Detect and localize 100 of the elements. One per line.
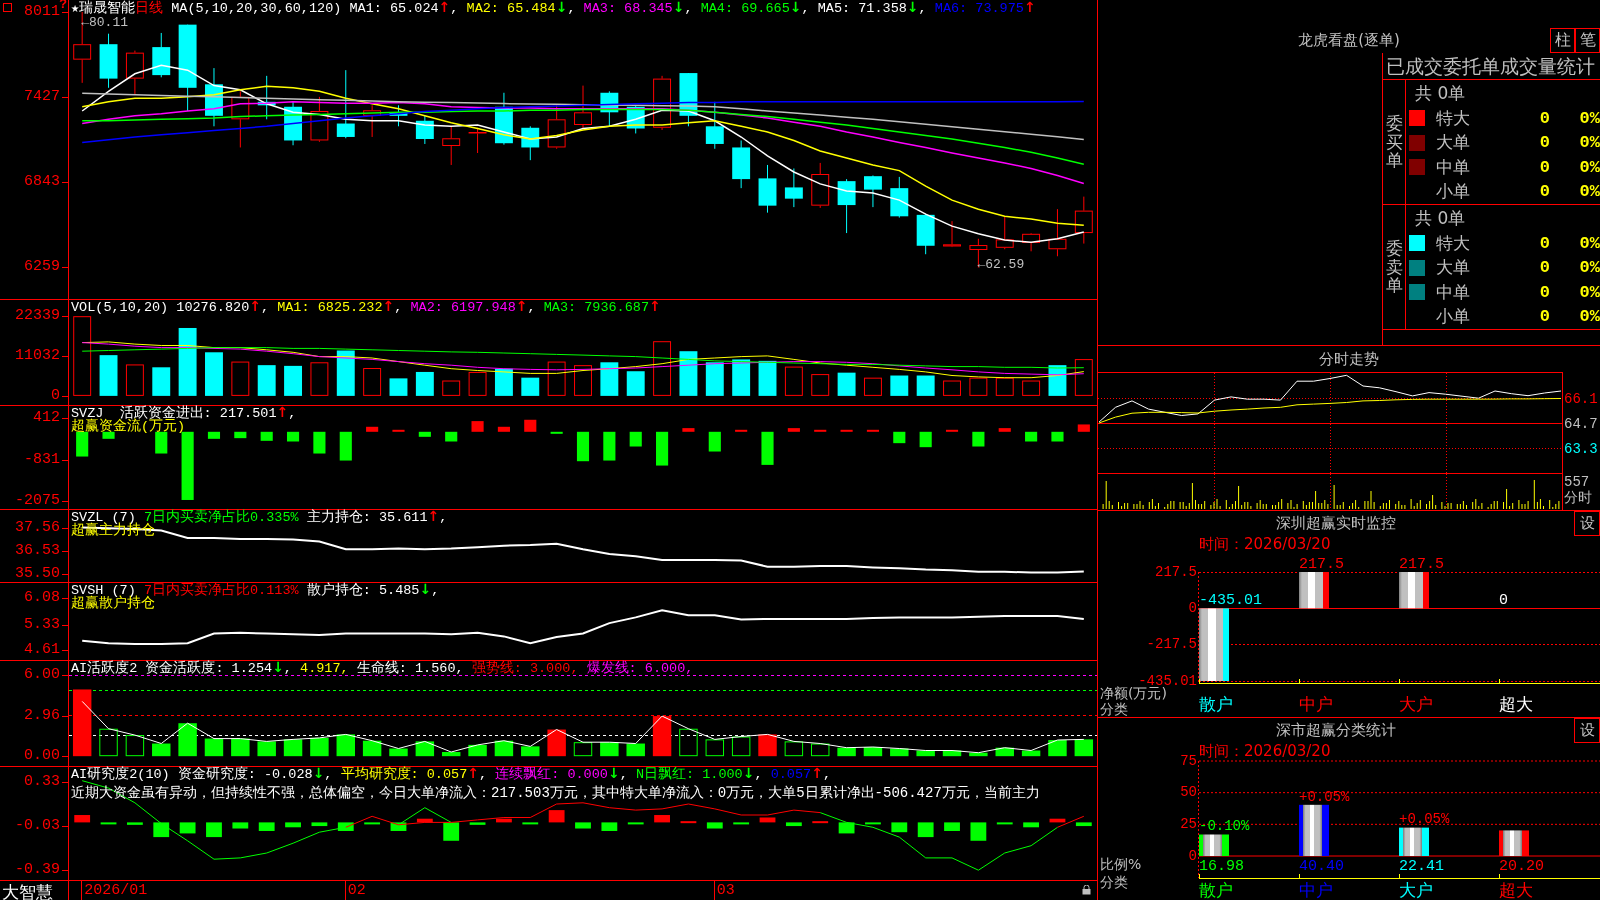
x-axis-title: 分类 — [1100, 701, 1128, 717]
candle — [442, 125, 461, 166]
help-mark[interactable]: ? — [59, 0, 67, 12]
activity-bar — [573, 742, 593, 757]
volume-bar — [653, 341, 672, 396]
order-percent: 0% — [1578, 258, 1600, 278]
research-bar — [785, 822, 802, 827]
order-size-label: 小单 — [1435, 180, 1471, 204]
research-bar — [285, 822, 301, 828]
research-bar — [337, 822, 354, 831]
value-label: 217.5 — [1399, 555, 1444, 573]
order-size-label: 中单 — [1435, 280, 1471, 304]
candle — [995, 215, 1014, 250]
candle — [468, 127, 487, 154]
axis-label: 66.1 — [1564, 390, 1598, 407]
candle — [494, 92, 513, 146]
fund-flow-bar — [787, 428, 800, 432]
axis-label: 6259 — [24, 259, 60, 276]
candle — [784, 167, 803, 208]
order-count: 0 — [1538, 307, 1550, 327]
volume-bar — [758, 360, 777, 396]
volume-bar — [969, 377, 988, 396]
view-toggle-button[interactable]: 笔 — [1575, 28, 1600, 53]
fund-flow-bar — [893, 431, 906, 444]
chart-date: 时间：2026/03/20 — [1199, 743, 1331, 760]
candle — [257, 75, 276, 120]
candle — [336, 69, 355, 139]
indicator-legend: VOL(5,10,20) 10276.820↑, MA1: 6825.232↑, MA2: 6197.948↑, MA3: 7936.687↑ — [71, 300, 661, 314]
candle — [626, 104, 645, 134]
research-bar — [996, 822, 1013, 825]
fund-flow-bar — [629, 431, 642, 447]
candle — [679, 72, 698, 127]
candle — [1048, 208, 1067, 257]
activity-bar — [731, 736, 751, 757]
activity-bar — [1074, 739, 1094, 757]
activity-bar — [837, 747, 856, 757]
value-label: 217.5 — [1299, 555, 1344, 573]
category-label: 超大 — [1499, 880, 1533, 900]
panel-title: 分时走势 — [1319, 349, 1379, 370]
fund-flow-bar — [814, 429, 827, 432]
fund-flow-bar — [471, 421, 484, 432]
indicator-legend: 超赢散户持仓 — [71, 597, 155, 610]
research-bar — [891, 822, 908, 833]
volume-bar — [784, 366, 803, 396]
candle — [521, 125, 540, 161]
category-bar — [1399, 827, 1429, 856]
research-bar — [627, 822, 644, 825]
research-bar — [206, 822, 222, 838]
activity-bar — [178, 723, 197, 757]
research-bar — [944, 822, 960, 831]
candle — [916, 213, 935, 255]
order-count: 0 — [1538, 157, 1550, 177]
axis-label: 11032 — [15, 348, 60, 365]
settings-button[interactable]: 设 — [1574, 511, 1600, 536]
fund-flow-bar — [366, 426, 379, 432]
order-size-label: 中单 — [1435, 155, 1471, 179]
activity-bar — [389, 748, 408, 757]
category-label: 中户 — [1299, 694, 1333, 714]
fund-flow-bar — [445, 431, 458, 442]
research-bar — [865, 822, 881, 825]
order-percent: 0% — [1578, 233, 1600, 253]
value-label: 0 — [1499, 592, 1508, 610]
volume-bar — [916, 375, 935, 396]
brand-label: 大智慧 — [0, 881, 69, 900]
axis-label: 64.7 — [1564, 415, 1598, 432]
order-size-label: 小单 — [1435, 305, 1471, 329]
volume-bar — [231, 361, 250, 396]
candle — [837, 178, 856, 234]
research-bar — [311, 822, 328, 827]
axis-label: 7427 — [24, 89, 60, 106]
axis-label: 37.56 — [15, 520, 60, 537]
candle — [600, 90, 619, 127]
candle — [415, 115, 434, 145]
date-label: 03 — [713, 881, 735, 900]
lock-icon[interactable] — [1082, 885, 1091, 895]
activity-bar — [705, 739, 724, 757]
axis-label: 63.3 — [1564, 440, 1598, 457]
category-label: 散户 — [1199, 880, 1233, 900]
change-label: +0.05% — [1399, 811, 1450, 828]
axis-label: -0.39 — [15, 862, 60, 879]
activity-bar — [1021, 750, 1041, 757]
value-label: 16.98 — [1199, 857, 1244, 875]
volume-bar — [547, 361, 566, 396]
order-count: 0 — [1538, 133, 1550, 153]
activity-bar — [336, 734, 355, 757]
settings-button[interactable]: 设 — [1574, 718, 1600, 743]
fund-flow-bar — [840, 429, 853, 432]
activity-bar — [652, 716, 672, 757]
activity-bar — [442, 752, 461, 757]
volume-bar — [943, 380, 961, 396]
y-axis-title: 比例% — [1100, 856, 1142, 872]
view-toggle-button[interactable]: 柱 — [1550, 28, 1575, 53]
fund-flow-bar — [866, 429, 879, 432]
axis-label: 0.00 — [24, 748, 60, 765]
fund-flow-bar — [919, 431, 932, 448]
activity-bar — [890, 748, 909, 757]
indicator-legend: ★瑞晟智能日线 MA(5,10,20,30,60,120) MA1: 65.024↑, MA2: 65.484↓, MA3: 68.345↓, MA4: 69.665↓, MA5: 71.358↓, MA6: 73.975↑ — [71, 1, 1036, 15]
fund-flow-bar — [1051, 431, 1064, 442]
candle — [363, 104, 382, 138]
date-label: 2026/01 — [81, 881, 148, 900]
